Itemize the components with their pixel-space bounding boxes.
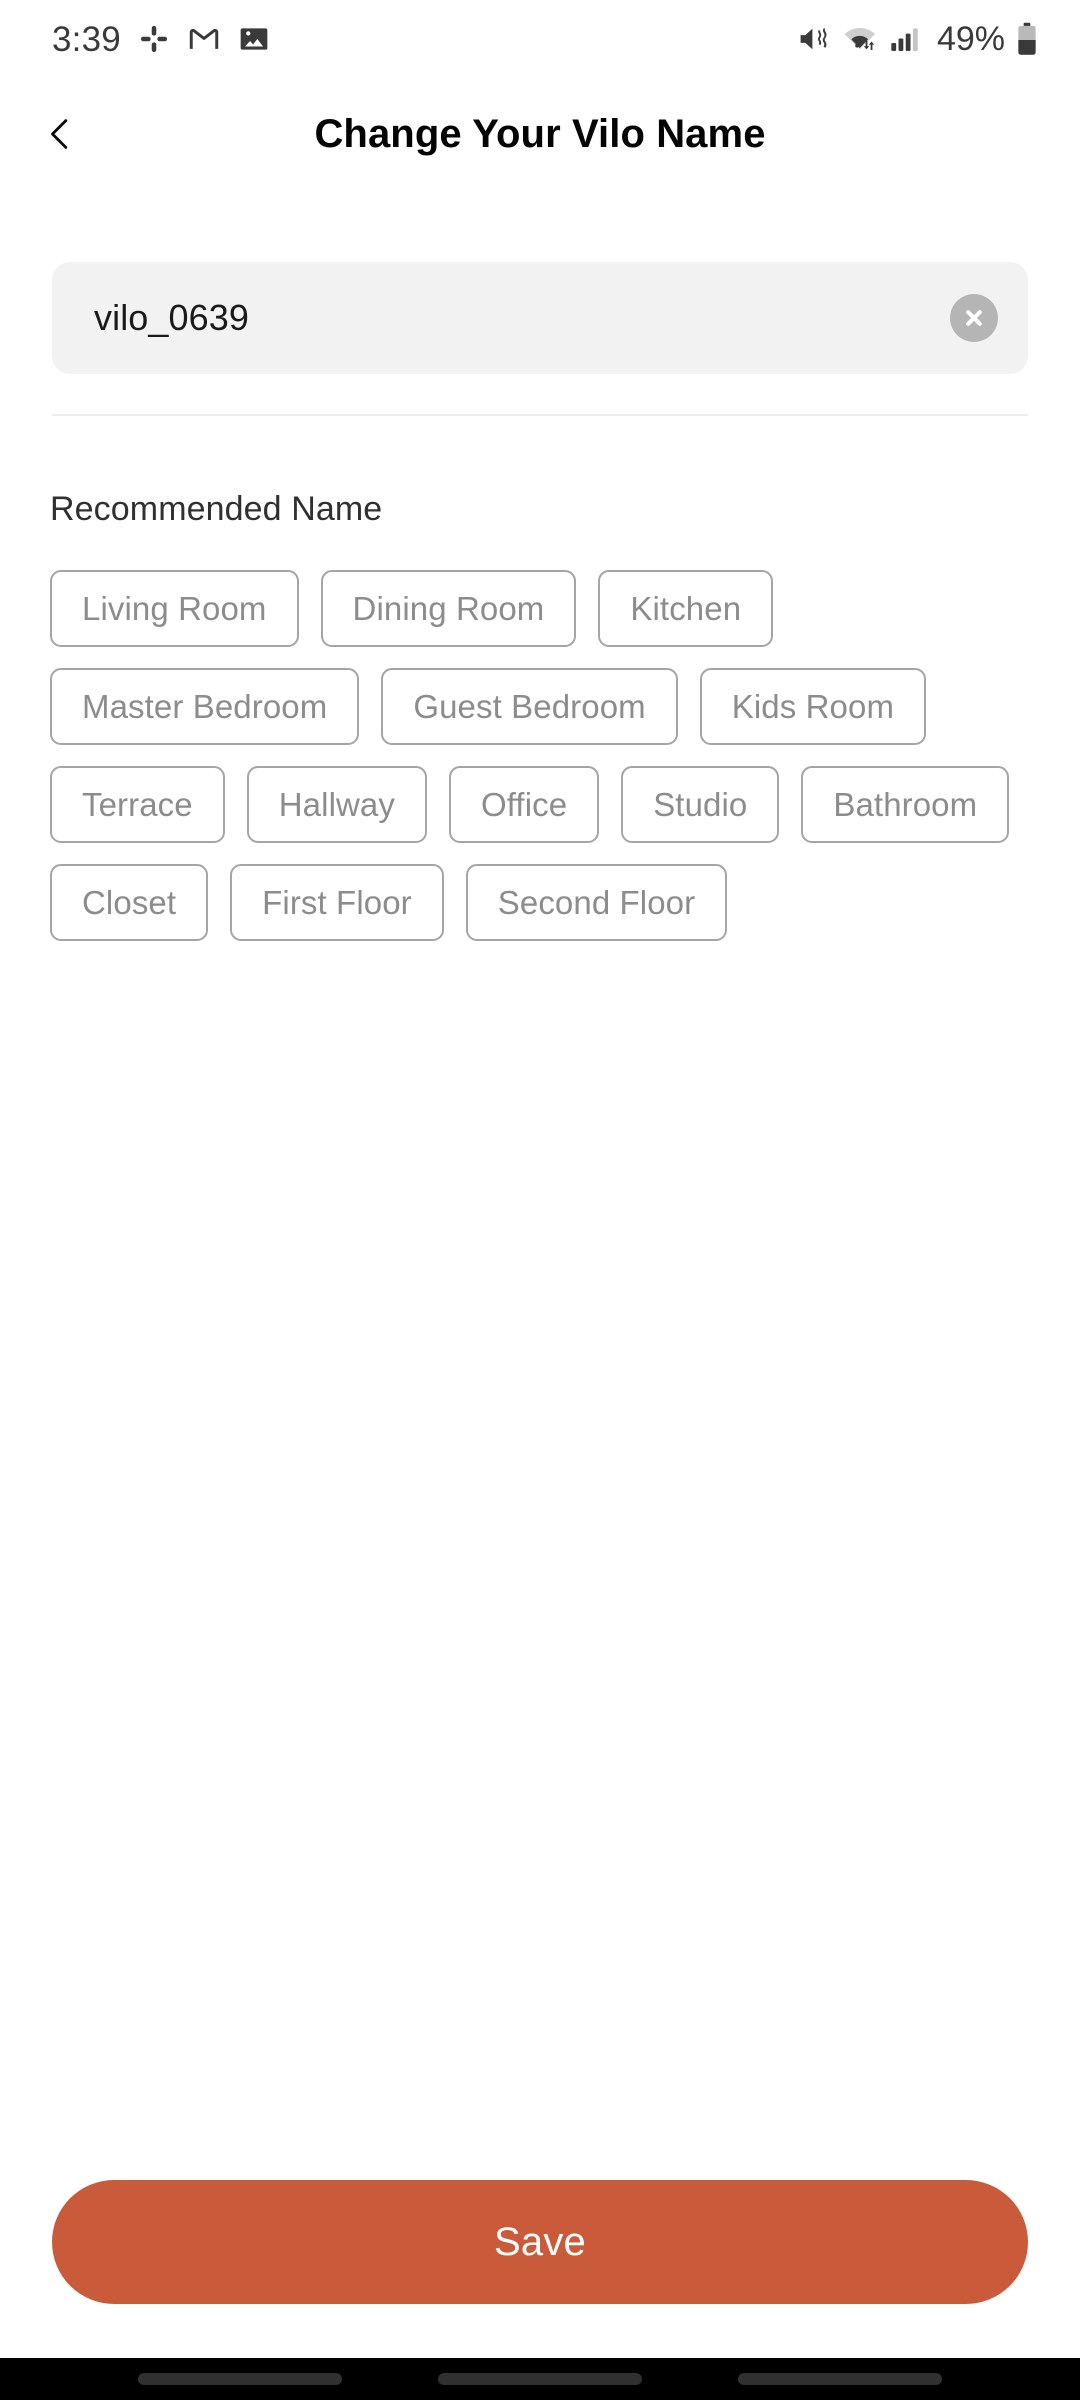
status-bar-right: 49% [798, 22, 1038, 56]
clear-name-button[interactable] [950, 294, 998, 342]
chip-label: Kitchen [630, 589, 742, 627]
chip-label: Studio [653, 785, 748, 823]
chip-terrace[interactable]: Terrace [50, 766, 225, 843]
chip-office[interactable]: Office [448, 766, 600, 843]
chip-label: Closet [82, 883, 177, 921]
status-time: 3:39 [52, 19, 121, 59]
chip-label: Second Floor [497, 883, 696, 921]
phone-screen: 3:39 49% Change Your Vilo Name vilo_0639… [0, 0, 1080, 2400]
nav-home-handle[interactable] [438, 2373, 642, 2385]
wifi-icon [843, 24, 879, 54]
save-button-label: Save [494, 2219, 586, 2264]
chip-bathroom[interactable]: Bathroom [801, 766, 1010, 843]
photos-icon [238, 23, 270, 55]
chip-label: Master Bedroom [82, 687, 328, 725]
save-button[interactable]: Save [52, 2180, 1028, 2304]
chip-living-room[interactable]: Living Room [50, 570, 299, 647]
recommended-name-label: Recommended Name [50, 490, 383, 528]
chip-label: Terrace [82, 785, 193, 823]
chip-label: Hallway [278, 785, 395, 823]
recommended-name-chip-list: Living Room Dining Room Kitchen Master B… [50, 570, 1040, 941]
chip-label: Bathroom [833, 785, 978, 823]
section-divider [52, 414, 1028, 416]
chip-kitchen[interactable]: Kitchen [598, 570, 774, 647]
chip-label: Guest Bedroom [413, 687, 646, 725]
chip-master-bedroom[interactable]: Master Bedroom [50, 668, 360, 745]
nav-back-handle[interactable] [738, 2373, 942, 2385]
chip-first-floor[interactable]: First Floor [230, 864, 444, 941]
system-navigation-bar [0, 2358, 1080, 2400]
chip-guest-bedroom[interactable]: Guest Bedroom [381, 668, 678, 745]
battery-percent-label: 49% [936, 20, 1005, 58]
chip-label: Office [480, 785, 568, 823]
vilo-name-field[interactable] [52, 262, 1028, 374]
chip-label: Living Room [82, 589, 267, 627]
chip-kids-room[interactable]: Kids Room [699, 668, 927, 745]
vilo-name-input[interactable] [94, 297, 950, 339]
status-bar: 3:39 49% [0, 0, 1080, 78]
slack-icon [138, 23, 170, 55]
chip-label: Kids Room [731, 687, 895, 725]
clear-circle-icon [960, 304, 988, 332]
chip-dining-room[interactable]: Dining Room [320, 570, 577, 647]
chip-studio[interactable]: Studio [621, 766, 780, 843]
chip-label: Dining Room [352, 589, 545, 627]
chip-second-floor[interactable]: Second Floor [465, 864, 728, 941]
chip-label: First Floor [262, 883, 412, 921]
nav-recents-handle[interactable] [138, 2373, 342, 2385]
app-header: Change Your Vilo Name [0, 78, 1080, 190]
chip-closet[interactable]: Closet [50, 864, 209, 941]
battery-icon [1016, 22, 1038, 56]
cellular-signal-icon [890, 24, 922, 54]
chip-hallway[interactable]: Hallway [246, 766, 427, 843]
status-bar-left: 3:39 [52, 22, 270, 57]
page-title: Change Your Vilo Name [314, 111, 766, 156]
vibrate-mute-icon [798, 24, 832, 54]
chevron-left-icon [40, 114, 80, 154]
gmail-icon [187, 22, 221, 56]
back-button[interactable] [18, 92, 102, 176]
